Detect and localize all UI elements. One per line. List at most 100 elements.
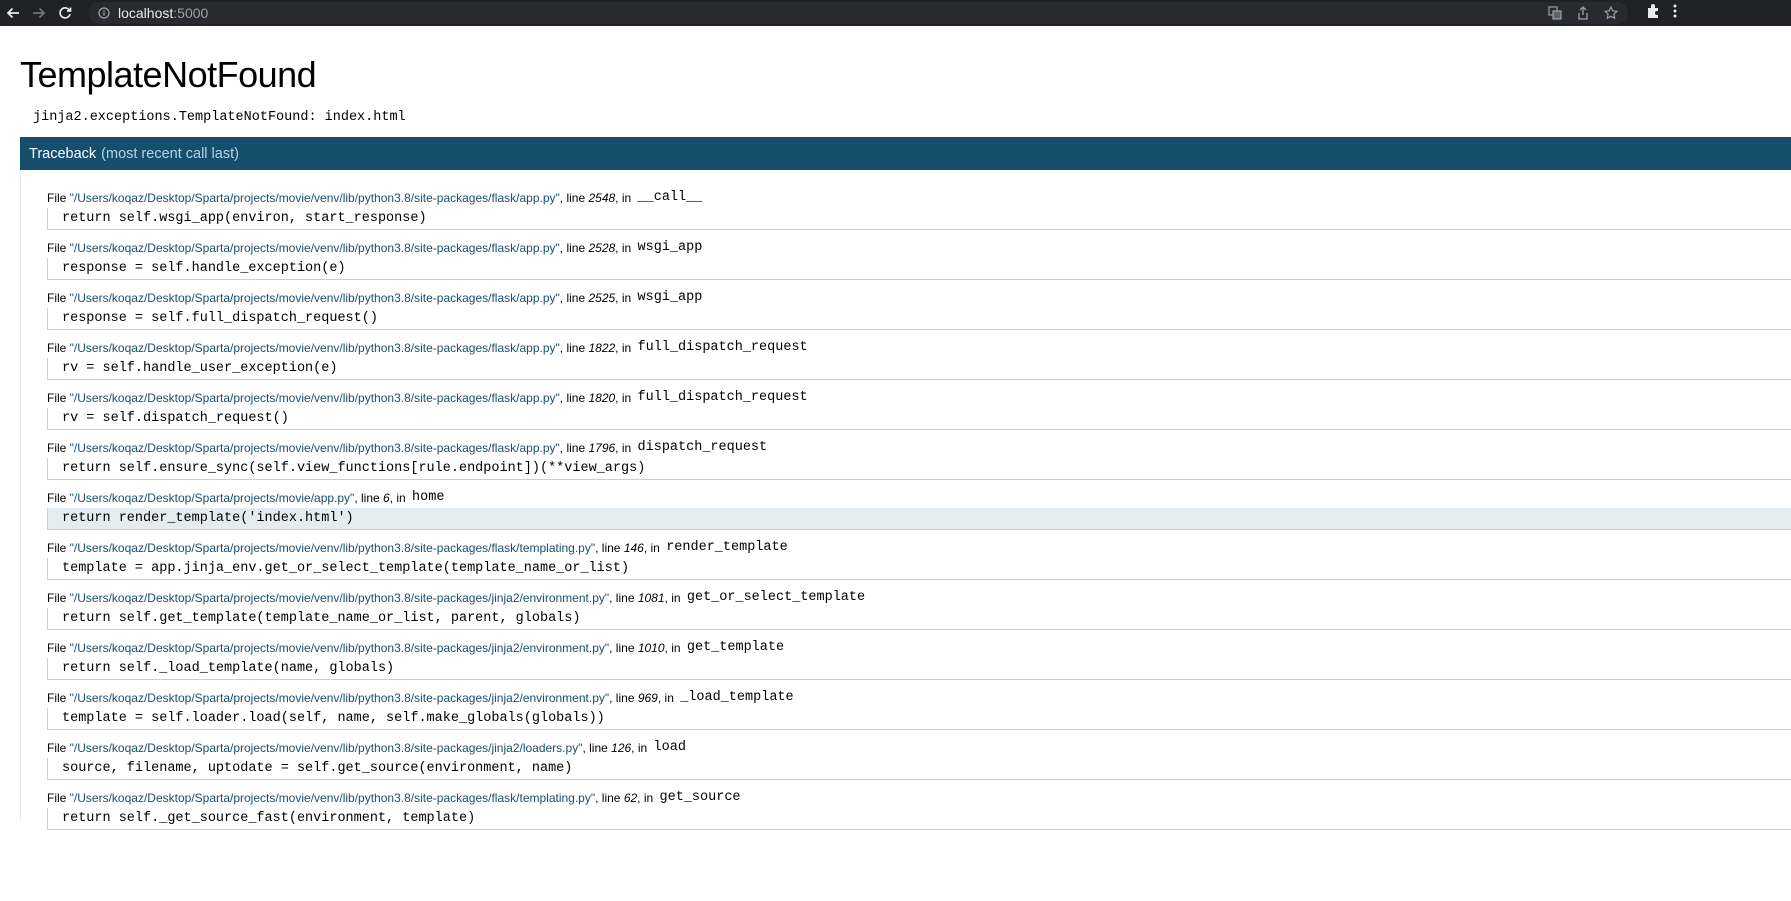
frame-filename: "/Users/koqaz/Desktop/Sparta/projects/mo… bbox=[69, 491, 355, 505]
traceback-header: Traceback (most recent call last) bbox=[20, 137, 1791, 170]
frame-filename: "/Users/koqaz/Desktop/Sparta/projects/mo… bbox=[69, 441, 560, 455]
frame-location: File "/Users/koqaz/Desktop/Sparta/projec… bbox=[47, 688, 1791, 705]
frame-lineno: 146 bbox=[623, 541, 644, 555]
frame-line-label: , line bbox=[609, 691, 638, 705]
frame-prefix: File bbox=[47, 541, 70, 555]
bookmark-star-icon[interactable] bbox=[1604, 6, 1618, 20]
traceback-frame: File "/Users/koqaz/Desktop/Sparta/projec… bbox=[47, 788, 1791, 830]
frame-filename: "/Users/koqaz/Desktop/Sparta/projects/mo… bbox=[69, 741, 583, 755]
frame-function: get_source bbox=[659, 790, 741, 805]
frame-in-label: , in bbox=[615, 291, 635, 305]
frame-function: get_template bbox=[686, 640, 785, 655]
frame-source-line[interactable]: response = self.full_dispatch_request() bbox=[47, 308, 1791, 330]
frame-filename: "/Users/koqaz/Desktop/Sparta/projects/mo… bbox=[69, 791, 596, 805]
frame-filename: "/Users/koqaz/Desktop/Sparta/projects/mo… bbox=[69, 541, 596, 555]
frame-prefix: File bbox=[47, 491, 70, 505]
frame-line-label: , line bbox=[354, 491, 384, 505]
frame-line-label: , line bbox=[559, 241, 589, 255]
frame-filename: "/Users/koqaz/Desktop/Sparta/projects/mo… bbox=[69, 341, 560, 355]
frame-line-label: , line bbox=[582, 741, 612, 755]
frame-prefix: File bbox=[47, 641, 70, 655]
url-port: :5000 bbox=[173, 5, 209, 21]
traceback-frame: File "/Users/koqaz/Desktop/Sparta/projec… bbox=[47, 588, 1791, 630]
frame-line-label: , line bbox=[609, 641, 638, 655]
frame-filename: "/Users/koqaz/Desktop/Sparta/projects/mo… bbox=[69, 591, 610, 605]
frame-lineno: 1081 bbox=[637, 591, 665, 605]
traceback-frame: File "/Users/koqaz/Desktop/Sparta/projec… bbox=[47, 638, 1791, 680]
frame-source-line[interactable]: source, filename, uptodate = self.get_so… bbox=[47, 758, 1791, 780]
frame-location: File "/Users/koqaz/Desktop/Sparta/projec… bbox=[47, 438, 1791, 455]
frame-in-label: , in bbox=[631, 741, 651, 755]
frame-source-line[interactable]: rv = self.handle_user_exception(e) bbox=[47, 358, 1791, 380]
frame-lineno: 126 bbox=[611, 741, 632, 755]
traceback-frame: File "/Users/koqaz/Desktop/Sparta/projec… bbox=[47, 438, 1791, 480]
traceback-frame: File "/Users/koqaz/Desktop/Sparta/projec… bbox=[47, 338, 1791, 380]
frame-in-label: , in bbox=[389, 491, 410, 505]
frame-source-line[interactable]: template = app.jinja_env.get_or_select_t… bbox=[47, 558, 1791, 580]
reload-button[interactable] bbox=[52, 0, 78, 26]
frame-prefix: File bbox=[47, 341, 70, 355]
frame-in-label: , in bbox=[615, 441, 635, 455]
frame-line-label: , line bbox=[609, 591, 638, 605]
frame-line-label: , line bbox=[595, 791, 624, 805]
frame-line-label: , line bbox=[595, 541, 624, 555]
frame-source-line[interactable]: return render_template('index.html') bbox=[47, 508, 1791, 530]
translate-icon[interactable] bbox=[1548, 6, 1562, 20]
frame-line-label: , line bbox=[559, 191, 589, 205]
frame-source-line[interactable]: response = self.handle_exception(e) bbox=[47, 258, 1791, 280]
frame-lineno: 1796 bbox=[588, 441, 616, 455]
frame-prefix: File bbox=[47, 441, 70, 455]
frame-function: render_template bbox=[666, 540, 788, 555]
extensions-puzzle-icon[interactable] bbox=[1646, 3, 1662, 24]
frame-source-line[interactable]: rv = self.dispatch_request() bbox=[47, 408, 1791, 430]
frame-location: File "/Users/koqaz/Desktop/Sparta/projec… bbox=[47, 538, 1791, 555]
share-icon[interactable] bbox=[1576, 6, 1590, 20]
arrow-right-icon bbox=[33, 7, 46, 19]
frame-in-label: , in bbox=[657, 691, 678, 705]
frame-prefix: File bbox=[47, 291, 70, 305]
address-bar[interactable]: localhost:5000 bbox=[88, 2, 1628, 24]
info-icon[interactable] bbox=[98, 7, 110, 19]
frame-filename: "/Users/koqaz/Desktop/Sparta/projects/mo… bbox=[69, 641, 610, 655]
page-title: TemplateNotFound bbox=[20, 54, 317, 95]
frame-line-label: , line bbox=[559, 391, 589, 405]
frame-source-line[interactable]: return self.ensure_sync(self.view_functi… bbox=[47, 458, 1791, 480]
frame-in-label: , in bbox=[664, 641, 684, 655]
traceback-title: Traceback bbox=[29, 145, 97, 162]
frame-filename: "/Users/koqaz/Desktop/Sparta/projects/mo… bbox=[69, 241, 560, 255]
traceback-frames: File "/Users/koqaz/Desktop/Sparta/projec… bbox=[20, 170, 1791, 830]
frame-function: wsgi_app bbox=[637, 290, 703, 305]
frame-lineno: 2528 bbox=[588, 241, 616, 255]
frame-source-line[interactable]: template = self.loader.load(self, name, … bbox=[47, 708, 1791, 730]
frame-prefix: File bbox=[47, 391, 70, 405]
frame-function: dispatch_request bbox=[637, 440, 768, 455]
frame-source-line[interactable]: return self.wsgi_app(environ, start_resp… bbox=[47, 208, 1791, 230]
back-button[interactable] bbox=[0, 0, 26, 26]
forward-button[interactable] bbox=[26, 0, 52, 26]
frame-source-line[interactable]: return self.get_template(template_name_o… bbox=[47, 608, 1791, 630]
frame-function: get_or_select_template bbox=[686, 590, 866, 605]
browser-toolbar: localhost:5000 bbox=[0, 0, 1791, 26]
frame-lineno: 6 bbox=[383, 491, 390, 505]
frame-lineno: 969 bbox=[637, 691, 658, 705]
frame-filename: "/Users/koqaz/Desktop/Sparta/projects/mo… bbox=[69, 291, 560, 305]
traceback-frame: File "/Users/koqaz/Desktop/Sparta/projec… bbox=[47, 288, 1791, 330]
frame-function: full_dispatch_request bbox=[637, 390, 808, 405]
traceback-frame: File "/Users/koqaz/Desktop/Sparta/projec… bbox=[47, 238, 1791, 280]
frame-lineno: 2525 bbox=[588, 291, 616, 305]
frame-location: File "/Users/koqaz/Desktop/Sparta/projec… bbox=[47, 188, 1791, 205]
menu-kebab-icon[interactable] bbox=[1672, 3, 1678, 24]
frame-location: File "/Users/koqaz/Desktop/Sparta/projec… bbox=[47, 588, 1791, 605]
traceback-frame: File "/Users/koqaz/Desktop/Sparta/projec… bbox=[47, 738, 1791, 780]
frame-function: __call__ bbox=[637, 190, 703, 205]
frame-prefix: File bbox=[47, 241, 70, 255]
frame-prefix: File bbox=[47, 191, 70, 205]
traceback-frame: File "/Users/koqaz/Desktop/Sparta/projec… bbox=[47, 388, 1791, 430]
frame-source-line[interactable]: return self._get_source_fast(environment… bbox=[47, 808, 1791, 830]
frame-in-label: , in bbox=[615, 341, 635, 355]
frame-source-line[interactable]: return self._load_template(name, globals… bbox=[47, 658, 1791, 680]
frame-filename: "/Users/koqaz/Desktop/Sparta/projects/mo… bbox=[69, 391, 560, 405]
frame-location: File "/Users/koqaz/Desktop/Sparta/projec… bbox=[47, 288, 1791, 305]
frame-lineno: 62 bbox=[623, 791, 638, 805]
frame-in-label: , in bbox=[615, 191, 635, 205]
